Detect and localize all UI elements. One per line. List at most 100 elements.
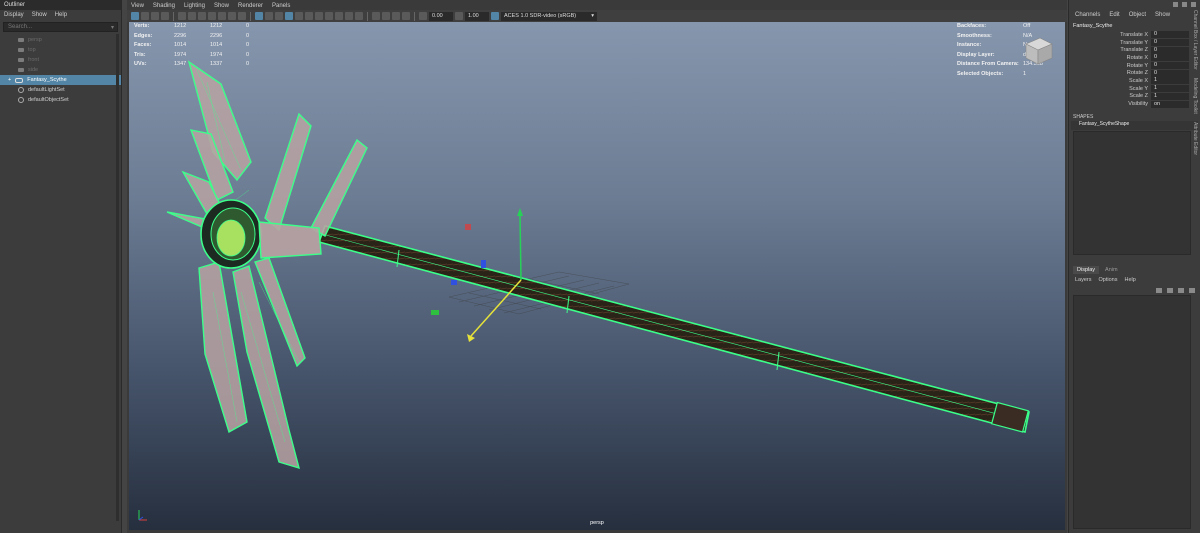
shape-node[interactable]: Fantasy_ScytheShape — [1071, 120, 1198, 130]
bookmark-icon[interactable] — [151, 12, 159, 20]
lights-icon[interactable] — [305, 12, 313, 20]
outliner-item-front[interactable]: front — [0, 55, 121, 65]
safe-title-icon[interactable] — [238, 12, 246, 20]
scythe-shaft[interactable] — [317, 225, 1030, 433]
tab-anim[interactable]: Anim — [1101, 266, 1122, 274]
attr-rotate-y[interactable]: Rotate Y0 — [1071, 62, 1200, 70]
image-plane-icon[interactable] — [161, 12, 169, 20]
xray-icon[interactable] — [382, 12, 390, 20]
exposure-icon[interactable] — [419, 12, 427, 20]
ambient-occlusion-icon[interactable] — [325, 12, 333, 20]
layer-menu-layers[interactable]: Layers — [1075, 277, 1092, 283]
attr-rotate-x[interactable]: Rotate X0 — [1071, 54, 1200, 62]
attr-value-field[interactable]: 0 — [1151, 46, 1189, 54]
xray-joints-icon[interactable] — [392, 12, 400, 20]
attr-value-field[interactable]: 0 — [1151, 54, 1189, 62]
attr-value-field[interactable]: 1 — [1151, 92, 1189, 100]
smooth-shade-icon[interactable] — [265, 12, 273, 20]
attr-visibility[interactable]: Visibility on — [1071, 100, 1200, 108]
settings-icon[interactable] — [1182, 2, 1187, 7]
xray-components-icon[interactable] — [402, 12, 410, 20]
outliner-item-persp[interactable]: persp — [0, 35, 121, 45]
camera-attributes-icon[interactable] — [141, 12, 149, 20]
anti-aliasing-icon[interactable] — [345, 12, 353, 20]
layer-menu-help[interactable]: Help — [1124, 277, 1135, 283]
outliner-item-fantasy-scythe[interactable]: + Fantasy_Scythe — [0, 75, 121, 85]
attr-value-field[interactable]: 0 — [1151, 39, 1189, 47]
camera-icon — [18, 68, 24, 72]
grid-icon[interactable] — [178, 12, 186, 20]
field-chart-icon[interactable] — [218, 12, 226, 20]
attr-translate-z[interactable]: Translate Z0 — [1071, 46, 1200, 54]
channel-menu-edit[interactable]: Edit — [1109, 12, 1119, 19]
channel-menu-channels[interactable]: Channels — [1075, 12, 1100, 19]
scene-canvas[interactable] — [129, 22, 1065, 530]
viewport-menu-lighting[interactable]: Lighting — [184, 3, 205, 10]
textured-icon[interactable] — [295, 12, 303, 20]
outliner-item-top[interactable]: top — [0, 45, 121, 55]
safe-action-icon[interactable] — [228, 12, 236, 20]
view-cube-icon[interactable] — [1022, 36, 1056, 66]
attr-value-field[interactable]: 0 — [1151, 69, 1189, 77]
default-material-icon[interactable] — [275, 12, 283, 20]
viewport-menu-view[interactable]: View — [131, 3, 144, 10]
outliner-search-input[interactable]: Search... ▾ — [3, 22, 118, 32]
outliner-menu-display[interactable]: Display — [4, 12, 24, 18]
gate-mask-icon[interactable] — [208, 12, 216, 20]
wireframe-on-shaded-icon[interactable] — [285, 12, 293, 20]
move-up-icon[interactable] — [1156, 288, 1162, 293]
chevron-down-icon[interactable]: ▾ — [111, 24, 114, 31]
resolution-gate-icon[interactable] — [198, 12, 206, 20]
motion-blur-icon[interactable] — [335, 12, 343, 20]
isolate-select-icon[interactable] — [372, 12, 380, 20]
attr-scale-x[interactable]: Scale X1 — [1071, 77, 1200, 85]
viewport-menu-shading[interactable]: Shading — [153, 3, 175, 10]
color-management-icon[interactable] — [491, 12, 499, 20]
float-icon[interactable] — [1173, 2, 1178, 7]
outliner-menu-show[interactable]: Show — [32, 12, 47, 18]
depth-of-field-icon[interactable] — [355, 12, 363, 20]
gamma-icon[interactable] — [455, 12, 463, 20]
outliner-scrollbar[interactable] — [116, 34, 119, 521]
viewport-menu-show[interactable]: Show — [214, 3, 229, 10]
outliner-item-default-object-set[interactable]: defaultObjectSet — [0, 95, 121, 105]
attr-value-field[interactable]: 1 — [1151, 77, 1189, 85]
new-layer-empty-icon[interactable] — [1178, 288, 1184, 293]
3d-viewport[interactable]: Verts: 1212 1212 0 Edges: 2296 2296 0 Faces: 10… — [129, 22, 1065, 530]
tab-display[interactable]: Display — [1073, 266, 1100, 274]
expand-icon[interactable] — [1191, 2, 1196, 7]
attr-value-field[interactable]: 0 — [1151, 31, 1189, 39]
attr-value-field[interactable]: 0 — [1151, 62, 1189, 70]
select-camera-icon[interactable] — [131, 12, 139, 20]
channel-menu-object[interactable]: Object — [1129, 12, 1146, 19]
scythe-hub[interactable] — [200, 199, 322, 269]
new-layer-selected-icon[interactable] — [1189, 288, 1195, 293]
attr-translate-x[interactable]: Translate X0 — [1071, 31, 1200, 39]
selected-object-name[interactable]: Fantasy_Scythe — [1069, 21, 1200, 31]
attr-translate-y[interactable]: Translate Y0 — [1071, 39, 1200, 47]
attr-value-field[interactable]: 1 — [1151, 85, 1189, 93]
move-down-icon[interactable] — [1167, 288, 1173, 293]
layer-menu-options[interactable]: Options — [1099, 277, 1118, 283]
tab-attribute-editor[interactable]: Attribute Editor — [1192, 122, 1198, 155]
tab-channel-box-layer-editor[interactable]: Channel Box / Layer Editor — [1192, 10, 1198, 70]
outliner-item-side[interactable]: side — [0, 65, 121, 75]
film-gate-icon[interactable] — [188, 12, 196, 20]
attr-scale-y[interactable]: Scale Y1 — [1071, 85, 1200, 93]
expand-icon[interactable]: + — [8, 77, 11, 83]
gamma-field[interactable]: 1.00 — [465, 11, 489, 21]
attr-rotate-z[interactable]: Rotate Z0 — [1071, 69, 1200, 77]
outliner-item-default-light-set[interactable]: defaultLightSet — [0, 85, 121, 95]
outliner-menu-help[interactable]: Help — [55, 12, 67, 18]
attr-scale-z[interactable]: Scale Z1 — [1071, 92, 1200, 101]
viewport-menu-panels[interactable]: Panels — [272, 3, 290, 10]
wireframe-icon[interactable] — [255, 12, 263, 20]
scythe-blades[interactable] — [166, 60, 368, 470]
exposure-field[interactable]: 0.00 — [429, 11, 453, 21]
shadows-icon[interactable] — [315, 12, 323, 20]
viewport-menu-renderer[interactable]: Renderer — [238, 3, 263, 10]
attr-value-field[interactable]: on — [1151, 100, 1189, 108]
color-space-select[interactable]: ACES 1.0 SDR-video (sRGB) ▾ — [501, 11, 597, 21]
tab-modeling-toolkit[interactable]: Modeling Toolkit — [1192, 78, 1198, 114]
channel-menu-show[interactable]: Show — [1155, 12, 1170, 19]
